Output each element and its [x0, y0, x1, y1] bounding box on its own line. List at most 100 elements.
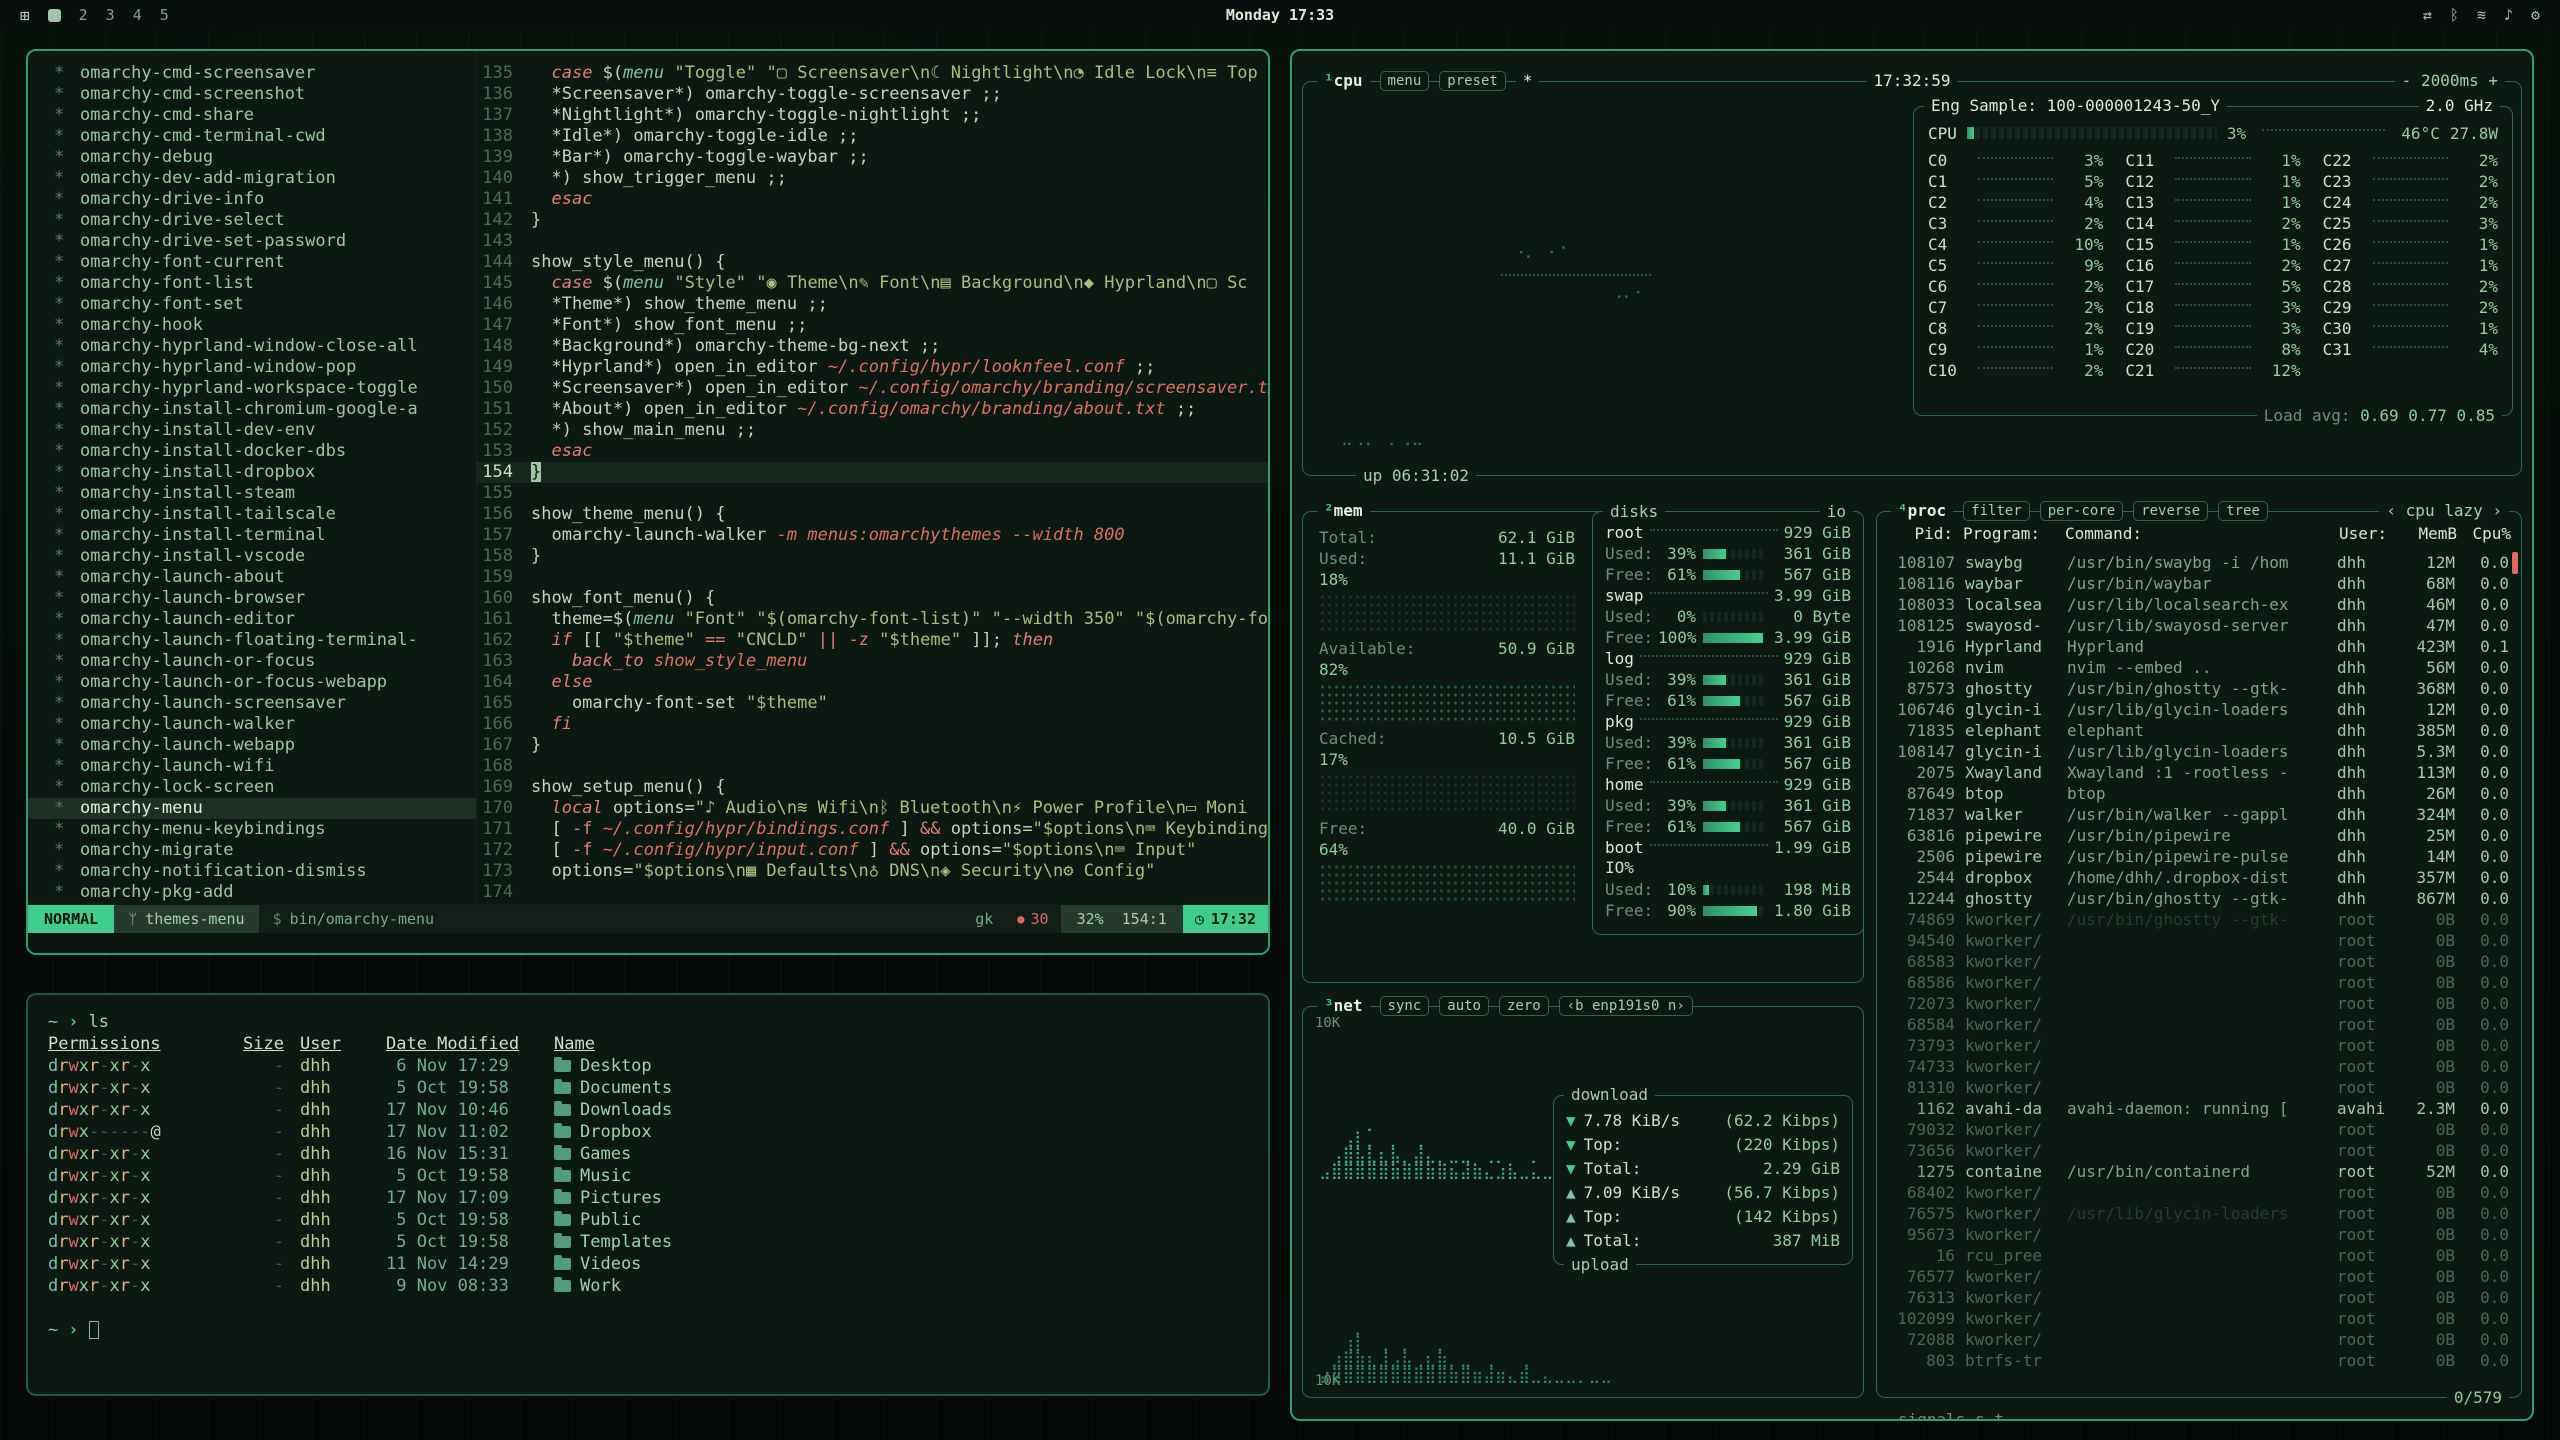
process-row[interactable]: 68583kworker/root0B0.0 [1879, 951, 2519, 972]
cpu-button-preset[interactable]: preset [1439, 71, 1506, 91]
file-item[interactable]: *omarchy-install-vscode [28, 546, 476, 567]
process-row[interactable]: 16rcu_preeroot0B0.0 [1879, 1245, 2519, 1266]
process-row[interactable]: 74869kworker//usr/bin/ghostty --gtk-root… [1879, 909, 2519, 930]
dir-name[interactable]: Public [554, 1209, 1248, 1231]
file-item[interactable]: *omarchy-launch-walker [28, 714, 476, 735]
proc-col-5[interactable]: Cpu% [2467, 524, 2511, 546]
cpu-button-menu[interactable]: menu [1380, 71, 1430, 91]
process-row[interactable]: 106746glycin-i/usr/lib/glycin-loadersdhh… [1879, 699, 2519, 720]
file-item[interactable]: *omarchy-launch-or-focus-webapp [28, 672, 476, 693]
proc-col-4[interactable]: MemB [2401, 524, 2457, 546]
file-item[interactable]: *omarchy-cmd-screenshot [28, 84, 476, 105]
process-row[interactable]: 108125swayosd-/usr/lib/swayosd-serverdhh… [1879, 615, 2519, 636]
process-row[interactable]: 72088kworker/root0B0.0 [1879, 1329, 2519, 1350]
process-row[interactable]: 1916HyprlandHyprlanddhh423M0.1 [1879, 636, 2519, 657]
workspace-4[interactable]: 4 [133, 6, 142, 24]
volume-icon[interactable]: ♪ [2504, 6, 2513, 24]
file-item[interactable]: *omarchy-install-dev-env [28, 420, 476, 441]
process-row[interactable]: 76575kworker//usr/lib/glycin-loadersroot… [1879, 1203, 2519, 1224]
file-item[interactable]: *omarchy-drive-select [28, 210, 476, 231]
mem-title[interactable]: ²mem [1317, 500, 1370, 522]
proc-sort-selector[interactable]: ‹ cpu lazy › [2379, 500, 2509, 522]
file-item[interactable]: *omarchy-install-tailscale [28, 504, 476, 525]
process-row[interactable]: 2506pipewire/usr/bin/pipewire-pulsedhh14… [1879, 846, 2519, 867]
proc-button-reverse[interactable]: reverse [2133, 501, 2208, 521]
dir-name[interactable]: Work [554, 1275, 1248, 1297]
file-item[interactable]: *omarchy-drive-info [28, 189, 476, 210]
dir-name[interactable]: Dropbox [554, 1121, 1248, 1143]
diagnostics-badge[interactable]: ●30 [1005, 905, 1060, 933]
file-item[interactable]: *omarchy-cmd-share [28, 105, 476, 126]
process-row[interactable]: 76313kworker/root0B0.0 [1879, 1287, 2519, 1308]
file-item[interactable]: *omarchy-drive-set-password [28, 231, 476, 252]
file-item[interactable]: *omarchy-pkg-add [28, 882, 476, 903]
file-item[interactable]: *omarchy-hook [28, 315, 476, 336]
process-row[interactable]: 71835elephantelephantdhh385M0.0 [1879, 720, 2519, 741]
dir-name[interactable]: Games [554, 1143, 1248, 1165]
process-row[interactable]: 108147glycin-i/usr/lib/glycin-loadersdhh… [1879, 741, 2519, 762]
process-row[interactable]: 68402kworker/root0B0.0 [1879, 1182, 2519, 1203]
process-row[interactable]: 108107swaybg/usr/bin/swaybg -i /homdhh12… [1879, 552, 2519, 573]
workspace-3[interactable]: 3 [106, 6, 115, 24]
terminal-window[interactable]: ~ › ls PermissionsSizeUserDate ModifiedN… [26, 993, 1270, 1396]
file-item[interactable]: *omarchy-launch-screensaver [28, 693, 476, 714]
scrollbar-thumb[interactable] [2512, 552, 2518, 574]
network-icon[interactable]: ≋ [2477, 6, 2486, 24]
code-lines[interactable]: 135 case $(menu "Toggle" "▢ Screensaver\… [477, 51, 1268, 905]
process-row[interactable]: 94540kworker/root0B0.0 [1879, 930, 2519, 951]
file-item[interactable]: *omarchy-migrate [28, 840, 476, 861]
workspace-1-active-indicator[interactable] [48, 9, 61, 22]
file-item[interactable]: *omarchy-launch-browser [28, 588, 476, 609]
process-row[interactable]: 73793kworker/root0B0.0 [1879, 1035, 2519, 1056]
launcher-icon[interactable]: ⊞ [20, 6, 30, 25]
process-row[interactable]: 68584kworker/root0B0.0 [1879, 1014, 2519, 1035]
dir-name[interactable]: Documents [554, 1077, 1248, 1099]
process-row[interactable]: 1162avahi-daavahi-daemon: running [avahi… [1879, 1098, 2519, 1119]
process-row[interactable]: 68586kworker/root0B0.0 [1879, 972, 2519, 993]
dir-name[interactable]: Music [554, 1165, 1248, 1187]
file-item[interactable]: *omarchy-launch-webapp [28, 735, 476, 756]
file-item[interactable]: *omarchy-hyprland-window-pop [28, 357, 476, 378]
file-item[interactable]: *omarchy-debug [28, 147, 476, 168]
io-title[interactable]: io [1820, 501, 1853, 523]
file-item[interactable]: *omarchy-install-dropbox [28, 462, 476, 483]
file-item[interactable]: *omarchy-install-chromium-google-a [28, 399, 476, 420]
dir-name[interactable]: Desktop [554, 1055, 1248, 1077]
file-item[interactable]: *omarchy-menu-keybindings [28, 819, 476, 840]
update-interval[interactable]: - 2000ms + [2395, 70, 2505, 92]
file-item[interactable]: *omarchy-install-terminal [28, 525, 476, 546]
dir-name[interactable]: Templates [554, 1231, 1248, 1253]
disks-title[interactable]: disks [1603, 501, 1665, 523]
file-item[interactable]: *omarchy-notification-dismiss [28, 861, 476, 882]
file-item[interactable]: *omarchy-install-steam [28, 483, 476, 504]
process-row[interactable]: 108033localsea/usr/lib/localsearch-exdhh… [1879, 594, 2519, 615]
process-row[interactable]: 2544dropbox/home/dhh/.dropbox-distdhh357… [1879, 867, 2519, 888]
workspace-2[interactable]: 2 [79, 6, 88, 24]
proc-button-tree[interactable]: tree [2218, 501, 2268, 521]
file-item[interactable]: *omarchy-launch-about [28, 567, 476, 588]
file-item[interactable]: *omarchy-menu [28, 798, 476, 819]
file-item[interactable]: *omarchy-font-current [28, 252, 476, 273]
process-row[interactable]: 79032kworker/root0B0.0 [1879, 1119, 2519, 1140]
proc-title[interactable]: ⁴proc [1891, 500, 1953, 522]
file-item[interactable]: *omarchy-hyprland-window-close-all [28, 336, 476, 357]
settings-icon[interactable]: ⚙ [2531, 6, 2540, 24]
file-item[interactable]: *omarchy-font-set [28, 294, 476, 315]
dir-name[interactable]: Videos [554, 1253, 1248, 1275]
process-row[interactable]: 803btrfs-trroot0B0.0 [1879, 1350, 2519, 1371]
process-row[interactable]: 87573ghostty/usr/bin/ghostty --gtk-dhh36… [1879, 678, 2519, 699]
file-item[interactable]: *omarchy-launch-wifi [28, 756, 476, 777]
workspace-5[interactable]: 5 [160, 6, 169, 24]
process-row[interactable]: 73656kworker/root0B0.0 [1879, 1140, 2519, 1161]
proc-col-3[interactable]: User: [2339, 524, 2391, 546]
proc-col-0[interactable]: Pid: [1887, 524, 1953, 546]
process-row[interactable]: 72073kworker/root0B0.0 [1879, 993, 2519, 1014]
file-item[interactable]: *omarchy-launch-or-focus [28, 651, 476, 672]
process-row[interactable]: 76577kworker/root0B0.0 [1879, 1266, 2519, 1287]
dir-name[interactable]: Pictures [554, 1187, 1248, 1209]
process-row[interactable]: 10268nvimnvim --embed ..dhh56M0.0 [1879, 657, 2519, 678]
file-item[interactable]: *omarchy-lock-screen [28, 777, 476, 798]
proc-button-per-core[interactable]: per-core [2040, 501, 2123, 521]
process-row[interactable]: 95673kworker/root0B0.0 [1879, 1224, 2519, 1245]
proc-col-2[interactable]: Command: [2065, 524, 2329, 546]
